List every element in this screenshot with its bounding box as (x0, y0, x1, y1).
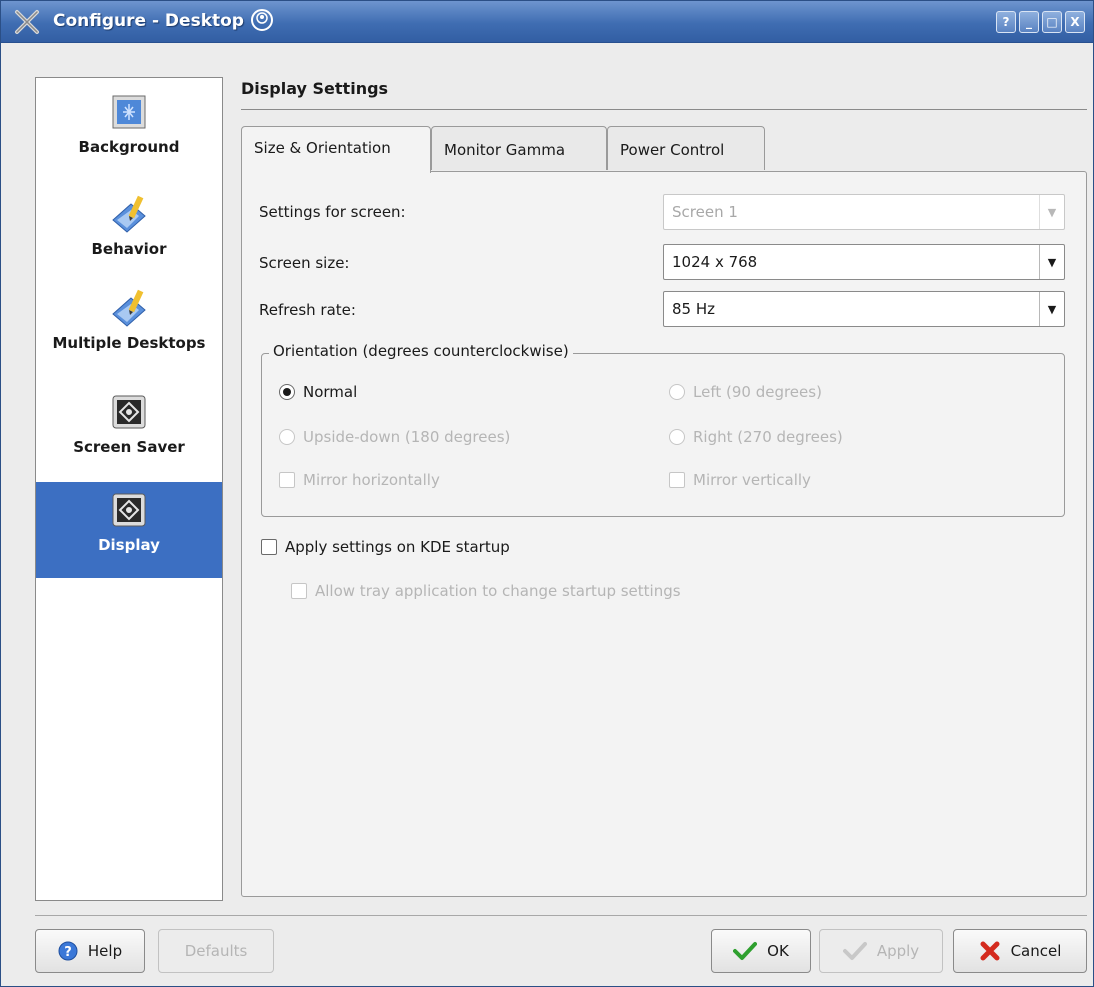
checkbox-apply-startup[interactable]: Apply settings on KDE startup (261, 538, 510, 556)
cancel-button-label: Cancel (1010, 942, 1062, 960)
tab-label: Power Control (620, 141, 725, 159)
sidebar-item-behavior[interactable]: Behavior (36, 194, 222, 284)
sidebar-item-label: Background (78, 138, 180, 156)
tab-label: Size & Orientation (254, 139, 391, 157)
refresh-rate-value: 85 Hz (672, 300, 716, 318)
page-title: Display Settings (241, 79, 389, 98)
apply-button-label: Apply (876, 942, 920, 960)
checkbox (291, 583, 307, 599)
screen-size-select[interactable]: 1024 x 768 ▼ (663, 244, 1065, 280)
close-window-button[interactable]: X (1065, 11, 1085, 33)
refresh-rate-select[interactable]: 85 Hz ▼ (663, 291, 1065, 327)
sidebar-item-label: Screen Saver (73, 438, 185, 456)
radio-normal[interactable]: Normal (279, 383, 357, 401)
tab-label: Monitor Gamma (444, 141, 566, 159)
sidebar-item-screen-saver[interactable]: Screen Saver (36, 392, 222, 480)
ok-button-label: OK (767, 942, 789, 960)
radio-right-label: Right (270 degrees) (693, 428, 843, 446)
swirl-icon (251, 9, 273, 31)
module-sidebar: Background Behavior Multiple Desktops Sc… (35, 77, 223, 901)
tab-size-orientation[interactable]: Size & Orientation (241, 126, 431, 173)
checkmark-icon (842, 942, 867, 960)
title-bar[interactable]: Configure - Desktop ? _ □ X (1, 1, 1093, 43)
tab-power-control[interactable]: Power Control (607, 126, 765, 170)
sidebar-item-multiple-desktops[interactable]: Multiple Desktops (36, 288, 222, 382)
screen-select: Screen 1 ▼ (663, 194, 1065, 230)
chevron-down-icon[interactable]: ▼ (1039, 292, 1064, 326)
sidebar-item-label: Behavior (91, 240, 167, 258)
kde-tools-icon[interactable] (13, 8, 41, 36)
apply-button: Apply (819, 929, 943, 973)
sidebar-item-label: Display (98, 536, 160, 554)
screen-select-value: Screen 1 (672, 203, 738, 221)
checkbox (669, 472, 685, 488)
maximize-button[interactable]: □ (1042, 11, 1062, 33)
checkbox (279, 472, 295, 488)
radio-right: Right (270 degrees) (669, 428, 843, 446)
header-divider (241, 109, 1087, 110)
radio-upside-down-label: Upside-down (180 degrees) (303, 428, 511, 446)
chevron-down-icon[interactable]: ▼ (1039, 245, 1064, 279)
help-button[interactable]: ? Help (35, 929, 145, 973)
tab-monitor-gamma[interactable]: Monitor Gamma (431, 126, 607, 170)
settings-for-screen-label: Settings for screen: (259, 203, 406, 221)
radio-left: Left (90 degrees) (669, 383, 822, 401)
radio-button[interactable] (279, 384, 295, 400)
window-title: Configure - Desktop (53, 11, 244, 31)
minimize-button[interactable]: _ (1019, 11, 1039, 33)
checkbox[interactable] (261, 539, 277, 555)
checkmark-icon (733, 942, 758, 960)
chevron-down-icon: ▼ (1039, 195, 1064, 229)
refresh-rate-label: Refresh rate: (259, 301, 356, 319)
radio-normal-label: Normal (303, 383, 358, 401)
checkbox-allow-tray: Allow tray application to change startup… (291, 582, 681, 600)
radio-upside-down: Upside-down (180 degrees) (279, 428, 510, 446)
checkbox-mirror-horizontally: Mirror horizontally (279, 471, 440, 489)
sidebar-item-display[interactable]: Display (36, 482, 222, 578)
help-window-button[interactable]: ? (996, 11, 1016, 33)
footer-divider (35, 915, 1087, 916)
radio-button (669, 429, 685, 445)
configure-desktop-window: Configure - Desktop ? _ □ X Background B… (0, 0, 1094, 987)
cancel-button[interactable]: Cancel (953, 929, 1087, 973)
help-icon: ? (58, 941, 78, 961)
behavior-icon (112, 195, 146, 233)
screen-size-label: Screen size: (259, 254, 350, 272)
screen-size-value: 1024 x 768 (672, 253, 758, 271)
checkbox-mirror-horizontally-label: Mirror horizontally (303, 471, 440, 489)
orientation-group-title: Orientation (degrees counterclockwise) (269, 342, 573, 360)
radio-left-label: Left (90 degrees) (693, 383, 822, 401)
display-icon (112, 493, 146, 527)
background-icon (112, 95, 146, 129)
cancel-icon (980, 941, 1000, 961)
multiple-desktops-icon (112, 289, 146, 327)
checkbox-allow-tray-label: Allow tray application to change startup… (315, 582, 681, 600)
defaults-button-label: Defaults (184, 942, 248, 960)
radio-button (279, 429, 295, 445)
checkbox-apply-startup-label: Apply settings on KDE startup (285, 538, 510, 556)
svg-text:?: ? (64, 945, 72, 960)
checkbox-mirror-vertically: Mirror vertically (669, 471, 811, 489)
checkbox-mirror-vertically-label: Mirror vertically (693, 471, 811, 489)
sidebar-item-label: Multiple Desktops (52, 334, 206, 352)
screen-saver-icon (112, 395, 146, 429)
radio-button (669, 384, 685, 400)
ok-button[interactable]: OK (711, 929, 811, 973)
help-button-label: Help (87, 942, 123, 960)
defaults-button: Defaults (158, 929, 274, 973)
sidebar-item-background[interactable]: Background (36, 92, 222, 180)
